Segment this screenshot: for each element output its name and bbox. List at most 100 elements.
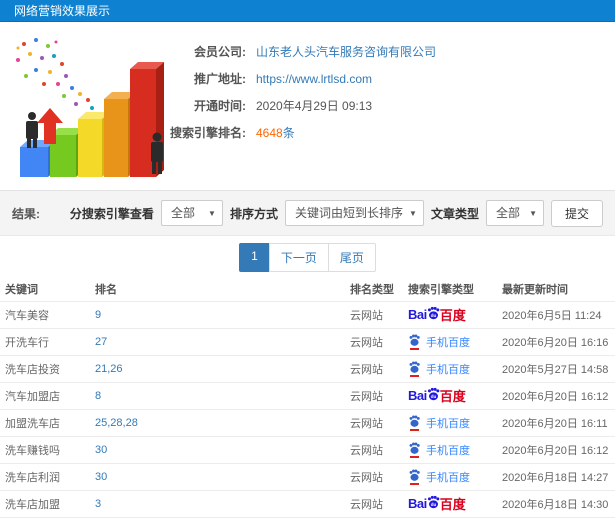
baidu-logo[interactable]: Bai du 百度	[408, 386, 466, 405]
results-table-body: 汽车美容 9 云网站 Bai du 百度 2020年6月5日 11:24 开洗车…	[0, 300, 615, 518]
article-type-label: 文章类型	[430, 206, 479, 221]
baidu-logo[interactable]: Bai du 百度	[408, 305, 466, 324]
mobile-baidu-label: 手机百度	[426, 471, 470, 484]
open-time-label: 开通时间:	[194, 99, 246, 113]
title-bar: 网络营销效果展示	[0, 0, 615, 22]
rank-type-cell: 云网站	[345, 489, 403, 518]
open-time-value: 2020年4月29日 09:13	[256, 99, 373, 113]
page-1-button[interactable]: 1	[239, 242, 270, 272]
updated-cell: 2020年6月5日 11:24	[497, 300, 615, 328]
bar-chart-growth-illustration	[16, 38, 164, 177]
svg-text:du: du	[430, 313, 436, 318]
engine-filter-select[interactable]: 全部 ▼	[160, 200, 223, 226]
rank-link[interactable]: 30	[95, 471, 107, 483]
rank-link[interactable]: 25,28,28	[95, 417, 138, 429]
baidu-paw-icon: du	[427, 387, 440, 401]
table-header-row: 关键词 排名 排名类型 搜索引擎类型 最新更新时间	[0, 278, 615, 301]
updated-cell: 2020年5月27日 14:58	[497, 354, 615, 382]
keyword-cell: 开洗车行	[0, 327, 90, 355]
keyword-cell: 洗车店投资	[0, 354, 90, 382]
member-company-label: 会员公司:	[194, 45, 246, 59]
mobile-baidu-label: 手机百度	[426, 363, 470, 376]
svg-text:du: du	[430, 502, 436, 507]
member-company-link[interactable]: 山东老人头汽车服务咨询有限公司	[256, 43, 436, 60]
chevron-down-icon: ▼	[208, 209, 216, 218]
article-type-value: 全部	[495, 206, 520, 220]
rank-link[interactable]: 9	[95, 309, 101, 321]
filter-controls: 分搜索引擎查看 全部 ▼ 排序方式 关键词由短到长排序 ▼ 文章类型 全部 ▼ …	[70, 199, 603, 227]
table-row: 洗车店投资 21,26 云网站 手机百度 2020年5月27日 14:58	[0, 354, 615, 382]
rank-link[interactable]: 30	[95, 444, 107, 456]
mobile-baidu-paw-icon	[408, 361, 421, 377]
next-page-button[interactable]: 下一页	[268, 242, 329, 272]
submit-button[interactable]: 提交	[550, 199, 603, 227]
rank-type-cell: 云网站	[345, 300, 403, 328]
mobile-baidu-badge[interactable]: 手机百度	[408, 442, 470, 458]
info-panel: 会员公司: 山东老人头汽车服务咨询有限公司 推广地址: https://www.…	[0, 22, 615, 190]
mobile-baidu-label: 手机百度	[426, 444, 470, 457]
filter-bar: 结果: 分搜索引擎查看 全部 ▼ 排序方式 关键词由短到长排序 ▼ 文章类型 全…	[0, 190, 615, 236]
svg-text:du: du	[430, 394, 436, 399]
baidu-logo-text: Bai	[408, 496, 427, 511]
keyword-cell: 洗车赚钱吗	[0, 435, 90, 463]
rank-type-cell: 云网站	[345, 408, 403, 436]
updated-cell: 2020年6月20日 16:16	[497, 327, 615, 355]
rank-link[interactable]: 27	[95, 336, 107, 348]
mobile-baidu-badge[interactable]: 手机百度	[408, 334, 470, 350]
updated-cell: 2020年6月20日 16:12	[497, 381, 615, 409]
table-row: 加盟洗车店 25,28,28 云网站 手机百度 2020年6月20日 16:11	[0, 408, 615, 436]
rank-type-cell: 云网站	[345, 462, 403, 490]
updated-cell: 2020年6月18日 14:27	[497, 462, 615, 490]
rank-link[interactable]: 21,26	[95, 363, 123, 375]
updated-cell: 2020年6月18日 14:30	[497, 489, 615, 518]
mobile-baidu-paw-icon	[408, 469, 421, 485]
rank-link[interactable]: 8	[95, 390, 101, 402]
baidu-logo-cn: 百度	[439, 389, 466, 404]
baidu-paw-icon: du	[427, 306, 440, 320]
mobile-baidu-label: 手机百度	[426, 417, 470, 430]
engine-rank-count: 4648	[256, 126, 283, 140]
mobile-baidu-paw-icon	[408, 334, 421, 350]
table-row: 开洗车行 27 云网站 手机百度 2020年6月20日 16:16	[0, 327, 615, 355]
baidu-logo-cn: 百度	[439, 497, 466, 512]
mobile-baidu-paw-icon	[408, 442, 421, 458]
col-rank: 排名	[95, 284, 117, 297]
pagination: 1 下一页 尾页	[239, 242, 376, 272]
result-label: 结果:	[12, 206, 40, 221]
mobile-baidu-badge[interactable]: 手机百度	[408, 469, 470, 485]
mobile-baidu-label: 手机百度	[426, 336, 470, 349]
col-updated: 最新更新时间	[502, 284, 568, 297]
table-row: 汽车美容 9 云网站 Bai du 百度 2020年6月5日 11:24	[0, 300, 615, 328]
baidu-logo-text: Bai	[408, 388, 427, 403]
rank-type-cell: 云网站	[345, 381, 403, 409]
updated-cell: 2020年6月20日 16:11	[497, 408, 615, 436]
mobile-baidu-paw-icon	[408, 415, 421, 431]
baidu-paw-icon: du	[427, 495, 440, 509]
rank-type-cell: 云网站	[345, 327, 403, 355]
results-table: 关键词 排名 排名类型 搜索引擎类型 最新更新时间 汽车美容 9 云网站 Bai…	[0, 278, 615, 518]
rank-link[interactable]: 3	[95, 498, 101, 510]
member-company-row: 会员公司: 山东老人头汽车服务咨询有限公司	[168, 38, 615, 65]
keyword-cell: 加盟洗车店	[0, 408, 90, 436]
engine-rank-label: 搜索引擎排名:	[170, 126, 246, 140]
sort-select[interactable]: 关键词由短到长排序 ▼	[284, 200, 424, 226]
open-time-row: 开通时间: 2020年4月29日 09:13	[168, 92, 615, 119]
engine-filter-value: 全部	[170, 206, 195, 220]
keyword-cell: 洗车店加盟	[0, 489, 90, 518]
rank-type-cell: 云网站	[345, 435, 403, 463]
updated-cell: 2020年6月20日 16:12	[497, 435, 615, 463]
sort-value: 关键词由短到长排序	[294, 206, 403, 220]
confetti-dots	[16, 38, 94, 110]
baidu-logo-text: Bai	[408, 307, 427, 322]
keyword-cell: 洗车店利润	[0, 462, 90, 490]
mobile-baidu-badge[interactable]: 手机百度	[408, 361, 470, 377]
baidu-logo[interactable]: Bai du 百度	[408, 494, 466, 513]
keyword-cell: 汽车美容	[0, 300, 90, 328]
article-type-select[interactable]: 全部 ▼	[485, 200, 544, 226]
promo-url-link[interactable]: https://www.lrtlsd.com	[256, 72, 372, 86]
promo-url-label: 推广地址:	[194, 72, 246, 86]
mobile-baidu-badge[interactable]: 手机百度	[408, 415, 470, 431]
col-keyword: 关键词	[5, 284, 38, 297]
table-row: 洗车店加盟 3 云网站 Bai du 百度 2020年6月18日 14:30	[0, 489, 615, 518]
last-page-button[interactable]: 尾页	[327, 242, 376, 272]
